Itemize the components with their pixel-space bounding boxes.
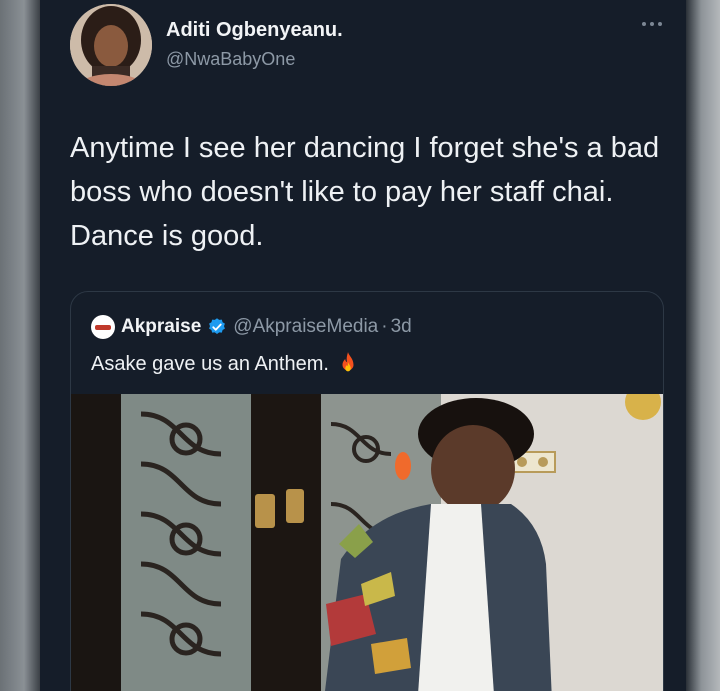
quoted-tweet-header: Akpraise @AkpraiseMedia · 3d: [91, 314, 412, 340]
quoted-tweet-text: Asake gave us an Anthem.: [91, 348, 359, 380]
quoted-tweet[interactable]: Akpraise @AkpraiseMedia · 3d Asake gave …: [70, 291, 664, 691]
quoted-author-handle[interactable]: @AkpraiseMedia: [233, 316, 378, 338]
tweet-card: Aditi Ogbenyeanu. @NwaBabyOne Anytime I …: [40, 0, 686, 691]
verified-badge-icon: [209, 318, 226, 334]
quoted-video-thumbnail[interactable]: [71, 394, 663, 691]
more-options-icon[interactable]: [638, 16, 666, 32]
background-left-edge: [0, 0, 40, 691]
author-avatar[interactable]: [70, 4, 152, 86]
quoted-author-name[interactable]: Akpraise: [121, 316, 201, 338]
akpraise-logo-icon: [91, 315, 115, 339]
background-right-edge: [686, 0, 720, 691]
avatar-photo: [70, 4, 152, 86]
author-handle[interactable]: @NwaBabyOne: [166, 49, 295, 70]
tweet-text: Anytime I see her dancing I forget she's…: [70, 132, 660, 252]
video-frame-image: [71, 394, 663, 691]
fire-emoji-icon: [342, 352, 354, 372]
quoted-timestamp[interactable]: 3d: [391, 316, 412, 338]
quoted-tweet-text-content: Asake gave us an Anthem.: [91, 353, 329, 375]
separator-dot: ·: [381, 316, 388, 337]
author-name[interactable]: Aditi Ogbenyeanu.: [166, 19, 343, 42]
